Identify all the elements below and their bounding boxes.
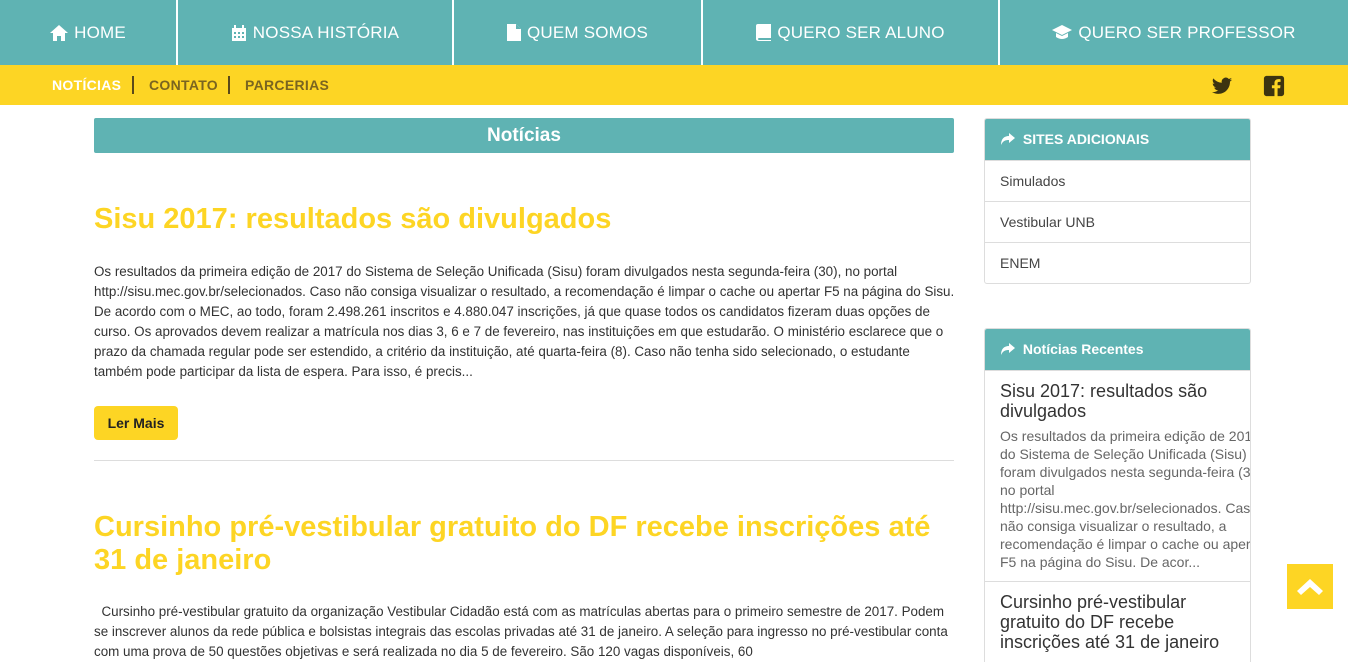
subnav-contato[interactable]: CONTATO (149, 77, 218, 93)
facebook-icon[interactable] (1263, 75, 1285, 97)
post-title-link[interactable]: Sisu 2017: resultados são divulgados (94, 203, 954, 236)
nav-nossa-historia[interactable]: NOSSA HISTÓRIA (178, 0, 454, 65)
nav-quero-ser-professor[interactable]: QUERO SER PROFESSOR (1000, 0, 1348, 65)
recent-news-excerpt: Os resultados da primeira edição de 2017… (1000, 428, 1251, 570)
post-excerpt: Cursinho pré-vestibular gratuito da orga… (94, 604, 952, 659)
subnav-parcerias[interactable]: PARCERIAS (245, 77, 329, 93)
sidebar-link-enem[interactable]: ENEM (985, 242, 1250, 283)
noticias-recentes-header: Notícias Recentes (985, 329, 1250, 370)
post-excerpt: Os resultados da primeira edição de 2017… (94, 264, 955, 379)
sidebar-link-simulados[interactable]: Simulados (985, 160, 1250, 201)
subnav-noticias[interactable]: NOTÍCIAS (52, 77, 121, 93)
document-icon (506, 24, 521, 41)
nav-nossa-historia-label: NOSSA HISTÓRIA (252, 22, 400, 42)
nav-home-label: HOME (74, 22, 126, 42)
main-navigation: HOME NOSSA HISTÓRIA QUEM SOMOS QUERO SER… (0, 0, 1348, 65)
nav-quero-ser-aluno[interactable]: QUERO SER ALUNO (703, 0, 1000, 65)
sites-adicionais-header: SITES ADICIONAIS (985, 119, 1250, 160)
calendar-icon (231, 24, 246, 41)
post-title-link[interactable]: Cursinho pré-vestibular gratuito do DF r… (94, 511, 954, 577)
section-title: Notícias (94, 118, 954, 153)
chevron-up-icon (1297, 578, 1323, 595)
recent-news-title[interactable]: Cursinho pré-vestibular gratuito do DF r… (1000, 592, 1235, 652)
nav-quem-somos-label: QUEM SOMOS (526, 22, 648, 42)
back-to-top-button[interactable] (1287, 564, 1333, 609)
nav-quero-ser-professor-label: QUERO SER PROFESSOR (1078, 22, 1296, 42)
nav-quero-ser-aluno-label: QUERO SER ALUNO (777, 22, 945, 42)
book-icon (756, 24, 772, 41)
noticias-recentes-title: Notícias Recentes (1022, 341, 1144, 357)
recent-news-title[interactable]: Sisu 2017: resultados são divulgados (1000, 381, 1235, 421)
read-more-button[interactable]: Ler Mais (94, 406, 178, 440)
nav-home[interactable]: HOME (0, 0, 178, 65)
recent-news-item: Cursinho pré-vestibular gratuito do DF r… (985, 581, 1250, 662)
sites-adicionais-title: SITES ADICIONAIS (1022, 131, 1150, 147)
subnav-separator (228, 76, 230, 94)
secondary-navigation: NOTÍCIAS CONTATO PARCERIAS (0, 65, 1348, 105)
noticias-recentes-panel: Notícias Recentes Sisu 2017: resultados … (984, 328, 1251, 662)
nav-quem-somos[interactable]: QUEM SOMOS (454, 0, 703, 65)
home-icon (50, 24, 69, 41)
recent-news-item: Sisu 2017: resultados são divulgados Os … (985, 370, 1250, 581)
twitter-icon[interactable] (1211, 75, 1233, 97)
sidebar-link-vestibular-unb[interactable]: Vestibular UNB (985, 201, 1250, 242)
share-arrow-icon (1001, 133, 1015, 145)
graduation-cap-icon (1052, 25, 1073, 39)
share-arrow-icon (1001, 343, 1015, 355)
sites-adicionais-panel: SITES ADICIONAIS Simulados Vestibular UN… (984, 118, 1251, 284)
post-divider (94, 460, 954, 461)
subnav-separator (132, 76, 134, 94)
